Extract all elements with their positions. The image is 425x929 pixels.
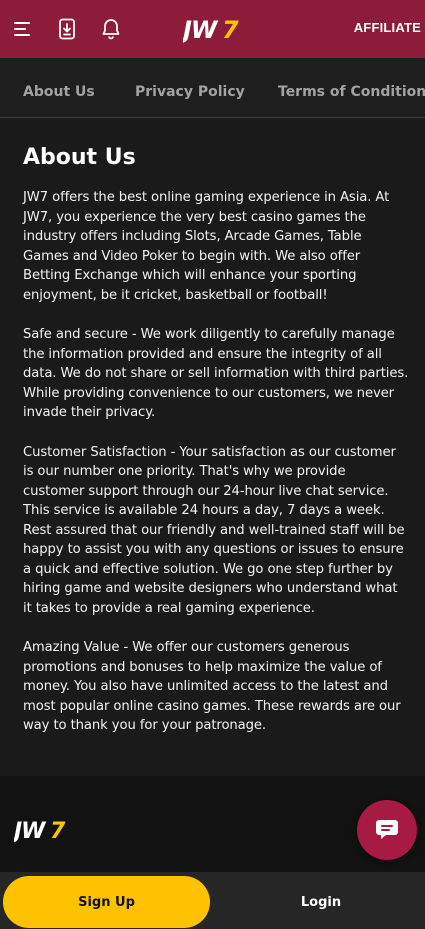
chat-icon (376, 820, 398, 839)
nav-privacy-policy[interactable]: Privacy Policy (135, 84, 245, 100)
paragraph-intro: JW7 offers the best online gaming experi… (23, 190, 390, 303)
sign-up-button[interactable]: Sign Up (3, 876, 210, 928)
affiliate-link[interactable]: AFFILIATE (354, 20, 421, 35)
login-button[interactable]: Login (217, 876, 425, 928)
paragraph-safe-secure: Safe and secure - We work diligently to … (23, 327, 409, 420)
svg-text:7: 7 (50, 819, 66, 842)
about-content: About Us JW7 offers the best online gami… (23, 142, 409, 756)
svg-text:JW: JW (14, 819, 47, 842)
footer-jw7-logo: JW 7 (10, 816, 76, 846)
nav-terms-of-conditions[interactable]: Terms of Conditions (278, 84, 425, 100)
svg-text:JW: JW (183, 16, 219, 44)
bell-icon[interactable] (99, 17, 123, 41)
sub-navigation: About Us Privacy Policy Terms of Conditi… (0, 58, 425, 118)
top-header: JW 7 AFFILIATE (0, 0, 425, 58)
paragraph-amazing-value: Amazing Value - We offer our customers g… (23, 640, 401, 733)
download-icon[interactable] (55, 17, 79, 41)
svg-text:7: 7 (222, 16, 239, 44)
page-title: About Us (23, 145, 136, 170)
live-chat-button[interactable] (357, 800, 417, 860)
menu-icon[interactable] (11, 17, 35, 41)
jw7-logo[interactable]: JW 7 (179, 14, 243, 48)
nav-about-us[interactable]: About Us (23, 84, 95, 100)
paragraph-customer-satisfaction: Customer Satisfaction - Your satisfactio… (23, 444, 405, 616)
bottom-action-bar: Sign Up Login (0, 872, 425, 929)
